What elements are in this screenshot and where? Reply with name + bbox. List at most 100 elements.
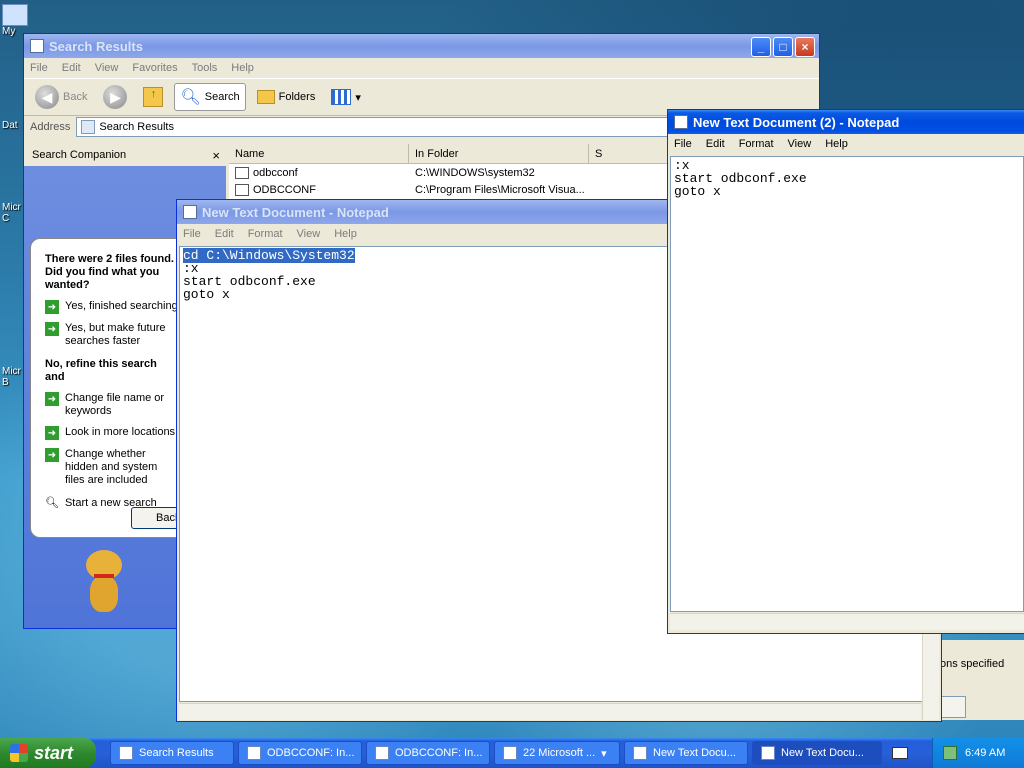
- task-label: 22 Microsoft ...: [523, 747, 596, 759]
- search-label: Search: [204, 91, 240, 103]
- vertical-scrollbar[interactable]: [922, 634, 939, 720]
- taskbar: start Search Results ODBCCONF: In... ODB…: [0, 738, 1024, 768]
- green-arrow-icon: ➜: [45, 448, 59, 462]
- menu-favorites[interactable]: Favorites: [132, 62, 177, 74]
- search-menubar: File Edit View Favorites Tools Help: [24, 58, 819, 78]
- selected-text: cd C:\Windows\System32: [183, 248, 355, 263]
- search-dog-icon[interactable]: [80, 550, 130, 616]
- search-window-icon: [30, 39, 44, 53]
- folders-label: Folders: [278, 91, 316, 103]
- desktop-icon-micr-c[interactable]: Micr C: [2, 202, 24, 224]
- option-label: Look in more locations: [65, 426, 176, 438]
- menu-view[interactable]: View: [95, 62, 119, 74]
- menu-file[interactable]: File: [674, 138, 692, 150]
- task-notepad-1[interactable]: New Text Docu...: [624, 741, 748, 765]
- window-title: Search Results: [49, 38, 143, 54]
- notepad2-menubar: File Edit Format View Help: [668, 134, 1024, 154]
- menu-format[interactable]: Format: [739, 138, 774, 150]
- task-label: ODBCCONF: In...: [395, 747, 483, 759]
- up-folder-icon: ↑: [143, 87, 164, 107]
- option-faster[interactable]: ➜ Yes, but make future searches faster: [45, 322, 179, 348]
- address-value: Search Results: [99, 121, 174, 133]
- network-icon[interactable]: [943, 746, 957, 760]
- desktop-icon-label: My: [2, 26, 16, 37]
- folder-icon: [503, 746, 517, 760]
- green-arrow-icon: ➜: [45, 300, 59, 314]
- notepad-icon: [674, 115, 688, 129]
- notepad1-text: :x start odbconf.exe goto x: [183, 261, 316, 302]
- windows-flag-icon: [10, 744, 28, 762]
- column-name[interactable]: Name: [229, 144, 409, 163]
- forward-button[interactable]: ▶: [98, 82, 132, 112]
- system-tray: 6:49 AM: [932, 738, 1024, 768]
- search-icon: [119, 746, 133, 760]
- views-grid-icon: [331, 89, 352, 105]
- green-arrow-icon: ➜: [45, 426, 59, 440]
- menu-format[interactable]: Format: [248, 228, 283, 240]
- menu-help[interactable]: Help: [334, 228, 357, 240]
- task-microsoft-group[interactable]: 22 Microsoft ... ▾: [494, 741, 620, 765]
- task-label: ODBCCONF: In...: [267, 747, 355, 759]
- menu-tools[interactable]: Tools: [192, 62, 218, 74]
- desktop-icon-dat[interactable]: Dat: [2, 120, 24, 131]
- option-hidden-files[interactable]: ➜ Change whether hidden and system files …: [45, 448, 179, 487]
- keyboard-icon[interactable]: [892, 747, 908, 759]
- menu-help[interactable]: Help: [825, 138, 848, 150]
- row-name: ODBCCONF: [253, 183, 316, 196]
- task-odbcconf-1[interactable]: ODBCCONF: In...: [238, 741, 362, 765]
- desktop-icon-my[interactable]: My: [2, 4, 28, 37]
- back-label: Back: [63, 91, 88, 103]
- task-label: New Text Docu...: [653, 747, 736, 759]
- option-finished[interactable]: ➜ Yes, finished searching: [45, 300, 179, 314]
- views-button[interactable]: ▾: [326, 86, 366, 108]
- folder-icon: [256, 90, 275, 104]
- status-button-fragment[interactable]: [940, 696, 966, 718]
- start-label: start: [34, 742, 74, 763]
- column-in-folder[interactable]: In Folder: [409, 144, 589, 163]
- menu-view[interactable]: View: [788, 138, 812, 150]
- window-title: New Text Document - Notepad: [202, 204, 389, 220]
- option-more-locations[interactable]: ➜ Look in more locations: [45, 426, 179, 440]
- option-label: Yes, finished searching: [65, 300, 178, 312]
- notepad-icon: [183, 205, 197, 219]
- menu-file[interactable]: File: [183, 228, 201, 240]
- chevron-down-icon: ▾: [601, 747, 607, 760]
- menu-help[interactable]: Help: [231, 62, 254, 74]
- menu-edit[interactable]: Edit: [706, 138, 725, 150]
- maximize-button[interactable]: □: [773, 37, 793, 57]
- close-icon[interactable]: ×: [212, 148, 220, 163]
- row-folder: C:\Program Files\Microsoft Visua...: [415, 183, 585, 196]
- menu-view[interactable]: View: [297, 228, 321, 240]
- folders-button[interactable]: Folders: [252, 87, 321, 107]
- green-arrow-icon: ➜: [45, 322, 59, 336]
- back-button[interactable]: ◀ Back: [30, 82, 92, 112]
- menu-file[interactable]: File: [30, 62, 48, 74]
- clock[interactable]: 6:49 AM: [965, 747, 1005, 759]
- notepad2-textarea[interactable]: :x start odbconf.exe goto x: [670, 156, 1024, 612]
- magnifier-icon: 🔍︎: [180, 89, 201, 106]
- task-search-results[interactable]: Search Results: [110, 741, 234, 765]
- menu-edit[interactable]: Edit: [62, 62, 81, 74]
- menu-edit[interactable]: Edit: [215, 228, 234, 240]
- minimize-button[interactable]: _: [751, 37, 771, 57]
- window-title: New Text Document (2) - Notepad: [693, 114, 900, 130]
- green-arrow-icon: ➜: [45, 392, 59, 406]
- horizontal-scrollbar[interactable]: [670, 613, 1024, 630]
- start-button[interactable]: start: [0, 738, 96, 768]
- up-folder-button[interactable]: ↑: [138, 84, 168, 110]
- refine-heading: No, refine this search and: [45, 358, 157, 383]
- desktop-icon-micr-b[interactable]: Micr B: [2, 366, 24, 388]
- notepad2-titlebar[interactable]: New Text Document (2) - Notepad: [668, 110, 1024, 134]
- desktop-icon-label: Dat: [2, 120, 18, 131]
- row-name: odbcconf: [253, 166, 298, 179]
- notepad-icon: [633, 746, 647, 760]
- search-results-icon: [81, 120, 96, 134]
- close-button[interactable]: ×: [795, 37, 815, 57]
- search-titlebar[interactable]: Search Results _ □ ×: [24, 34, 819, 58]
- option-change-name[interactable]: ➜ Change file name or keywords: [45, 392, 179, 418]
- task-notepad-2[interactable]: New Text Docu...: [752, 741, 882, 765]
- column-size[interactable]: S: [589, 144, 649, 163]
- search-button[interactable]: 🔍︎ Search: [174, 83, 246, 111]
- horizontal-scrollbar[interactable]: [179, 703, 921, 720]
- task-odbcconf-2[interactable]: ODBCCONF: In...: [366, 741, 490, 765]
